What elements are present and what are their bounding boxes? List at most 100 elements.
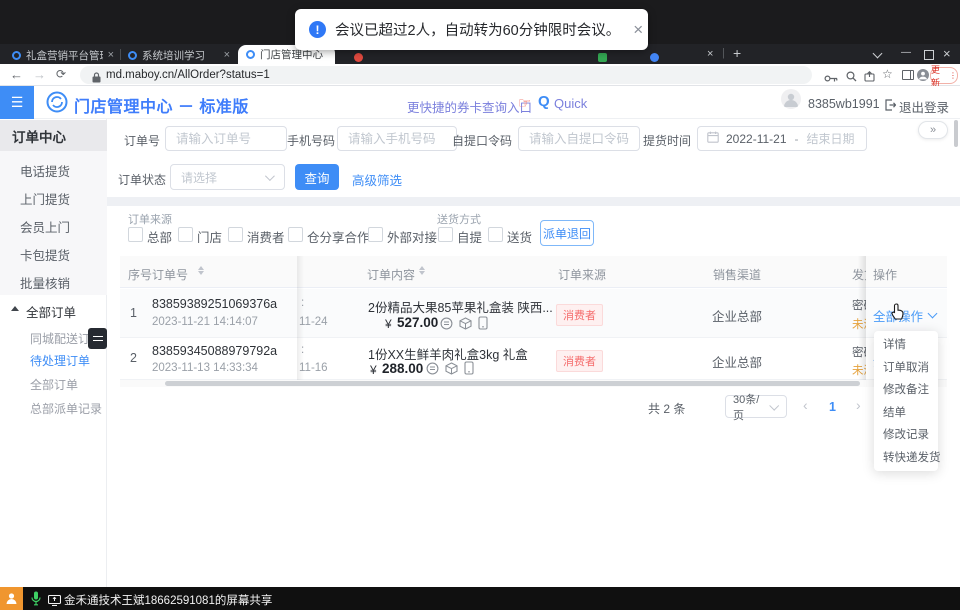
sidebar-subitem-hq-dispatch-log[interactable]: 总部派单记录 [30, 400, 102, 417]
user-avatar [781, 89, 801, 109]
date-range-input[interactable]: 2022-11-21 - 结束日期 [697, 126, 867, 151]
phone-input[interactable] [337, 126, 457, 151]
date-separator: - [795, 132, 799, 146]
sort-order-no-icon[interactable] [198, 266, 204, 275]
reload-button[interactable]: ⟳ [56, 67, 66, 81]
bookmark-star-icon[interactable]: ☆ [882, 67, 893, 81]
advanced-filter-link[interactable]: 高级筛选 [352, 170, 402, 189]
back-button[interactable]: ← [10, 67, 23, 82]
checkbox-external-label[interactable]: 外部对接 [387, 227, 437, 246]
page-size-value: 30条/页 [733, 391, 770, 423]
sidebar-section-order-center[interactable]: 订单中心 [0, 120, 107, 151]
checkbox-hq-label[interactable]: 总部 [147, 227, 172, 246]
sidebar-group-all-orders[interactable]: 全部订单 [26, 302, 76, 321]
coupon-query-link[interactable]: 更快捷的券卡查询入口 [407, 97, 532, 116]
fixed-right-shadow [858, 256, 866, 380]
table-hscrollbar-thumb[interactable] [165, 381, 860, 386]
menu-item-cancel-order[interactable]: 订单取消 [874, 357, 938, 380]
share-bar-text: 金禾通技术王斌18662591081的屏幕共享 [64, 592, 272, 608]
sidebar-subitem-pending-orders[interactable]: 待处理订单 [30, 352, 90, 369]
meeting-toast: ! 会议已超过2人，自动转为60分钟限时会议。 × [295, 9, 648, 50]
chrome-update-button[interactable]: 更新 ⋮ [930, 67, 958, 84]
checkbox-consumer[interactable] [228, 227, 243, 242]
tab-close-icon[interactable]: × [224, 49, 230, 61]
checkbox-warehouse-coop-label[interactable]: 仓分享合作 [307, 227, 370, 246]
receipt-icon[interactable] [426, 362, 439, 380]
sidebar-item-door-pickup[interactable]: 上门提货 [20, 189, 70, 208]
sidebar-item-phone-pickup[interactable]: 电话提货 [20, 161, 70, 180]
order-no-input[interactable] [165, 126, 287, 151]
hidden-tab-close-icon[interactable]: × [707, 48, 713, 60]
quick-search-icon[interactable]: Q [538, 93, 550, 110]
person-icon [5, 592, 18, 605]
pointing-finger-icon: ☞ [518, 94, 531, 112]
menu-item-edit-note[interactable]: 修改备注 [874, 379, 938, 402]
tab-close-icon[interactable]: × [108, 49, 114, 61]
page-size-select[interactable]: 30条/页 [725, 395, 787, 418]
sidebar-toggle-button[interactable]: ☰ [0, 86, 34, 119]
screen-share-icon[interactable] [48, 593, 61, 610]
group-expand-icon [11, 306, 19, 311]
share-app-badge[interactable] [0, 587, 23, 610]
th-channel: 销售渠道 [713, 266, 761, 283]
window-close-button[interactable]: × [943, 46, 951, 61]
quick-link[interactable]: Quick [554, 96, 587, 111]
share-icon[interactable] [864, 69, 875, 87]
checkbox-store-label[interactable]: 门店 [197, 227, 222, 246]
sidebar-drag-handle[interactable] [88, 328, 107, 349]
sort-content-icon[interactable] [419, 266, 425, 275]
dispatch-return-button[interactable]: 派单退回 [540, 220, 594, 246]
menu-item-edit-history[interactable]: 修改记录 [874, 424, 938, 447]
checkbox-store[interactable] [178, 227, 193, 242]
tab-gift-platform[interactable]: 礼盒营销平台管理中心 × [6, 46, 119, 64]
window-minimize-button[interactable]: — [901, 47, 911, 58]
menu-item-to-express[interactable]: 转快递发货 [874, 447, 938, 470]
window-maximize-button[interactable] [924, 50, 934, 60]
order-status-select[interactable]: 请选择 [170, 164, 285, 190]
sidebar-item-card-pickup[interactable]: 卡包提货 [20, 245, 70, 264]
sidebar-item-batch-verify[interactable]: 批量核销 [20, 273, 70, 292]
microphone-icon[interactable] [31, 591, 41, 610]
checkbox-hq[interactable] [128, 227, 143, 242]
checkbox-self-pickup[interactable] [438, 227, 453, 242]
forward-button[interactable]: → [33, 67, 46, 82]
toast-close-icon[interactable]: × [633, 20, 643, 40]
source-tag: 消费者 [556, 350, 603, 372]
checkbox-self-pickup-label[interactable]: 自提 [457, 227, 482, 246]
receipt-icon[interactable] [440, 317, 453, 335]
chevron-down-icon [265, 171, 275, 181]
zoom-icon[interactable] [846, 69, 857, 87]
th-source: 订单来源 [558, 266, 606, 283]
tab-training[interactable]: 系统培训学习 × [122, 46, 235, 64]
phone-icon[interactable] [478, 316, 488, 335]
sidebar-subitem-all-orders[interactable]: 全部订单 [30, 376, 78, 393]
pickup-code-input[interactable] [518, 126, 640, 151]
profile-avatar-icon[interactable] [917, 68, 929, 86]
checkbox-delivery-label[interactable]: 送货 [507, 227, 532, 246]
menu-item-details[interactable]: 详情 [874, 334, 938, 357]
sidebar-item-member-visit[interactable]: 会员上门 [20, 217, 70, 236]
pagination-page-1[interactable]: 1 [829, 400, 836, 414]
menu-item-close-order[interactable]: 结单 [874, 402, 938, 425]
package-icon[interactable] [459, 317, 472, 335]
tab-title: 系统培训学习 [142, 48, 219, 63]
phone-icon[interactable] [464, 361, 474, 380]
url-text[interactable]: md.maboy.cn/AllOrder?status=1 [106, 69, 270, 81]
collapse-filters-button[interactable]: » [918, 121, 948, 139]
checkbox-consumer-label[interactable]: 消费者 [247, 227, 285, 246]
pagination-next[interactable]: › [856, 397, 861, 413]
search-button[interactable]: 查询 [295, 164, 339, 190]
checkbox-delivery[interactable] [488, 227, 503, 242]
checkbox-warehouse-coop[interactable] [288, 227, 303, 242]
checkbox-external[interactable] [368, 227, 383, 242]
page-scrollbar-thumb[interactable] [954, 120, 958, 147]
tab-divider [120, 49, 121, 60]
logout-button[interactable]: 退出登录 [899, 97, 949, 116]
package-icon[interactable] [445, 362, 458, 380]
pagination-prev[interactable]: ‹ [803, 397, 808, 413]
cell-index: 2 [130, 351, 137, 365]
side-panel-icon[interactable] [902, 70, 914, 80]
cell-currency: ¥ [370, 363, 377, 377]
new-tab-button[interactable]: + [733, 45, 741, 61]
username[interactable]: 8385wb1991 [808, 97, 880, 111]
